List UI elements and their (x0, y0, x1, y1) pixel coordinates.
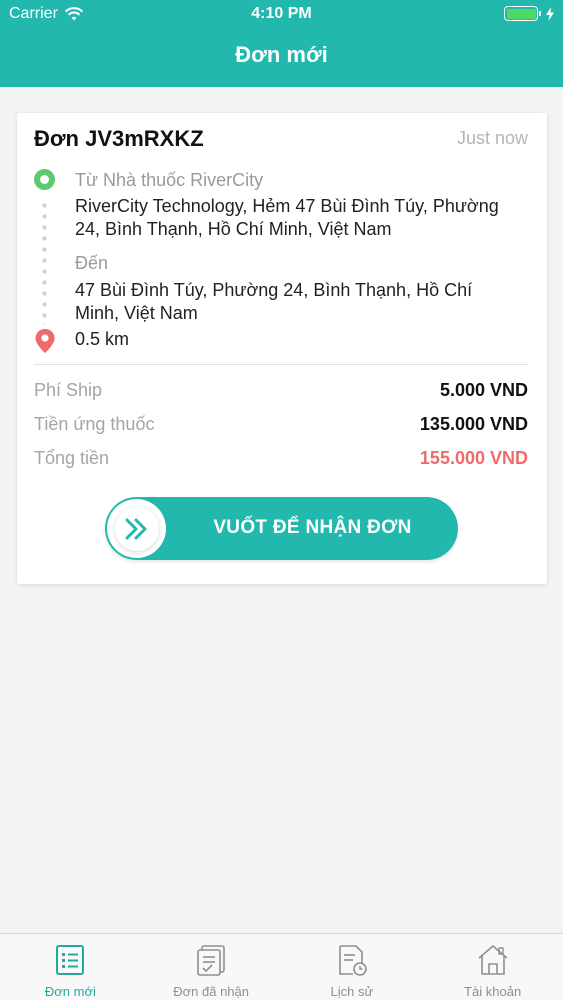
status-time: 4:10 PM (251, 5, 312, 22)
page-title: Đơn mới (235, 42, 328, 67)
tab-bar: Đơn mới Đơn đã nhận Lịch sử Tài khoản (0, 933, 563, 1000)
total-value: 155.000 VND (419, 448, 528, 468)
route-line (42, 200, 47, 325)
fee-label: Tiền ứng thuốc (34, 414, 155, 434)
document-clock-icon (339, 945, 367, 976)
from-address: RiverCity Technology, Hẻm 47 Bùi Đình Tú… (75, 196, 499, 239)
shipping-fee-row: Phí Ship 5.000 VND (34, 380, 528, 406)
from-label: Từ Nhà thuốc RiverCity (75, 170, 264, 190)
battery-indicator (504, 6, 554, 21)
swipe-handle[interactable] (107, 499, 166, 558)
list-document-icon (56, 945, 85, 975)
distance: 0.5 km (75, 329, 130, 349)
app-header: Carrier 4:10 PM Đơn mới (0, 0, 563, 87)
tab-label: Đơn mới (44, 984, 96, 999)
start-point-icon (34, 169, 55, 190)
tab-label: Đơn đã nhận (173, 984, 249, 999)
tab-history[interactable]: Lịch sử (282, 934, 423, 1000)
tab-accepted-orders[interactable]: Đơn đã nhận (141, 934, 282, 1000)
medicine-advance-row: Tiền ứng thuốc 135.000 VND (34, 414, 528, 440)
house-icon (478, 944, 508, 975)
fee-label: Phí Ship (34, 380, 103, 400)
divider (34, 364, 528, 365)
fee-label: Tổng tiền (34, 448, 110, 468)
order-title: Đơn JV3mRXKZ (34, 126, 204, 151)
tab-label: Lịch sử (330, 984, 374, 999)
to-address: 47 Bùi Đình Túy, Phường 24, Bình Thạnh, … (75, 280, 473, 323)
double-chevron-right-icon (125, 518, 146, 539)
tab-account[interactable]: Tài khoản (422, 934, 563, 1000)
location-pin-icon (35, 329, 55, 353)
fee-value: 135.000 VND (419, 414, 528, 434)
order-card[interactable]: Đơn JV3mRXKZ Just now Từ Nhà thuốc River… (17, 113, 547, 584)
to-label: Đến (75, 253, 109, 273)
fee-value: 5.000 VND (439, 380, 528, 400)
battery-icon (504, 6, 541, 21)
clipboard-check-icon (197, 945, 225, 976)
status-bar: Carrier 4:10 PM (0, 0, 563, 28)
swipe-label: VUỐT ĐỂ NHẬN ĐƠN (213, 517, 412, 538)
order-time: Just now (456, 128, 528, 148)
total-row: Tổng tiền 155.000 VND (34, 448, 528, 474)
swipe-to-accept-slider[interactable]: VUỐT ĐỂ NHẬN ĐƠN (105, 497, 458, 560)
tab-new-orders[interactable]: Đơn mới (0, 934, 141, 1000)
tab-label: Tài khoản (464, 984, 522, 999)
charging-bolt-icon (546, 6, 554, 21)
